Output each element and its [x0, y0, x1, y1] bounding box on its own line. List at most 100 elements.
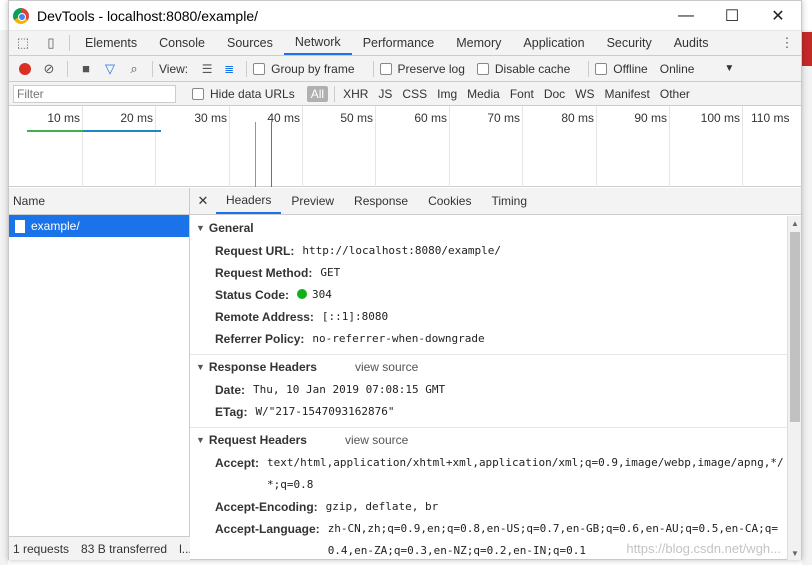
group-by-frame-checkbox[interactable]: Group by frame — [253, 62, 355, 76]
header-row: ETag: W/"217-1547093162876" — [215, 405, 395, 419]
header-row: Status Code: 304 — [215, 288, 332, 302]
view-label: View: — [159, 61, 189, 76]
tick-label: 20 ms — [120, 111, 153, 125]
tick-label: 70 ms — [487, 111, 520, 125]
tab-timing[interactable]: Timing — [481, 188, 537, 214]
filter-type-all[interactable]: All — [306, 85, 329, 102]
tab-security[interactable]: Security — [596, 31, 663, 55]
filter-type-img[interactable]: Img — [433, 86, 461, 102]
waterfall-view-button[interactable]: ≣ — [218, 62, 240, 76]
clear-button[interactable]: ⊘ — [37, 58, 61, 80]
view-source-link[interactable]: view source — [355, 360, 418, 374]
title-bar: DevTools - localhost:8080/example/ — ☐ ✕ — [9, 1, 801, 31]
tick-label: 90 ms — [634, 111, 667, 125]
device-toolbar-icon[interactable]: ▯ — [37, 31, 65, 55]
disable-cache-checkbox[interactable]: Disable cache — [476, 62, 570, 76]
devtools-window: DevTools - localhost:8080/example/ — ☐ ✕… — [8, 0, 802, 560]
inspect-element-icon[interactable]: ⬚ — [9, 31, 37, 55]
response-headers-toggle[interactable]: ▼ Response Headers view source — [190, 355, 787, 379]
scroll-down-icon[interactable]: ▼ — [788, 546, 802, 560]
tab-headers[interactable]: Headers — [216, 188, 282, 214]
clear-icon: ⊘ — [43, 60, 55, 76]
close-details-icon[interactable]: ✕ — [190, 188, 216, 214]
tick-label: 40 ms — [267, 111, 300, 125]
search-button[interactable]: ⌕ — [122, 58, 146, 80]
headers-view: ▼ General Request URL: http://localhost:80… — [190, 216, 787, 560]
tab-response[interactable]: Response — [344, 188, 418, 214]
search-icon: ⌕ — [130, 60, 138, 76]
record-button[interactable] — [13, 58, 37, 80]
header-row: Date: Thu, 10 Jan 2019 07:08:15 GMT — [215, 383, 446, 397]
scroll-thumb[interactable] — [790, 232, 800, 422]
timing-bar-waiting — [27, 130, 83, 132]
list-icon: ☰ — [201, 61, 213, 76]
more-options-icon[interactable]: ⋮ — [773, 31, 801, 55]
filter-type-js[interactable]: JS — [374, 86, 396, 102]
details-scrollbar[interactable]: ▲ ▼ — [787, 216, 801, 560]
tick-label: 100 ms — [700, 111, 740, 125]
hide-data-urls-checkbox[interactable]: Hide data URLs — [192, 87, 295, 101]
close-button[interactable]: ✕ — [755, 1, 801, 31]
tab-performance[interactable]: Performance — [352, 31, 446, 55]
request-count: 1 requests — [13, 541, 70, 556]
tick-label: 30 ms — [194, 111, 227, 125]
filter-type-xhr[interactable]: XHR — [339, 86, 372, 102]
tab-audits[interactable]: Audits — [663, 31, 720, 55]
record-icon — [19, 62, 31, 75]
filter-type-doc[interactable]: Doc — [540, 86, 569, 102]
network-main: Name example/ 1 requests 83 B transferre… — [9, 188, 801, 560]
filter-type-manifest[interactable]: Manifest — [601, 86, 654, 102]
window-title: DevTools - localhost:8080/example/ — [37, 7, 259, 24]
timing-bar-download — [83, 130, 161, 132]
request-headers-toggle[interactable]: ▼ Request Headers view source — [190, 428, 787, 452]
header-row: Request Method: GET — [215, 266, 341, 280]
view-source-link[interactable]: view source — [345, 433, 408, 447]
transferred-size: 83 B transferred — [81, 541, 168, 556]
general-section-toggle[interactable]: ▼ General — [190, 216, 787, 240]
filter-type-css[interactable]: CSS — [398, 86, 431, 102]
tick-label: 110 ms — [751, 111, 790, 125]
background-right-strip — [802, 30, 812, 565]
filter-bar: Hide data URLs All XHR JS CSS Img Media … — [9, 82, 801, 106]
name-column-header[interactable]: Name — [9, 188, 189, 215]
status-ok-icon — [297, 289, 308, 299]
filter-type-ws[interactable]: WS — [571, 86, 598, 102]
capture-screenshots-button[interactable]: ■ — [74, 58, 98, 80]
background-left-strip — [0, 30, 8, 565]
document-icon — [15, 219, 25, 233]
preserve-log-checkbox[interactable]: Preserve log — [379, 62, 465, 76]
tab-console[interactable]: Console — [148, 31, 216, 55]
tab-network[interactable]: Network — [283, 31, 352, 55]
tab-preview[interactable]: Preview — [281, 188, 344, 214]
filter-toggle-button[interactable]: ▽ — [98, 58, 122, 80]
tab-elements[interactable]: Elements — [74, 31, 148, 55]
timeline-overview[interactable]: 10 ms 20 ms 30 ms 40 ms 50 ms 60 ms 70 m… — [9, 106, 801, 187]
tab-sources[interactable]: Sources — [216, 31, 284, 55]
filter-icon: ▽ — [105, 60, 115, 76]
filter-input[interactable] — [13, 84, 176, 103]
minimize-button[interactable]: — — [663, 1, 709, 31]
filter-type-media[interactable]: Media — [463, 86, 504, 102]
tab-cookies[interactable]: Cookies — [418, 188, 481, 214]
tab-memory[interactable]: Memory — [445, 31, 512, 55]
tab-application[interactable]: Application — [512, 31, 595, 55]
response-headers-section: ▼ Response Headers view source Date: Thu, 1… — [190, 355, 787, 428]
background-red-block — [802, 32, 812, 66]
chrome-icon — [13, 7, 29, 24]
request-list: Name example/ 1 requests 83 B transferre… — [9, 188, 190, 560]
throttling-select[interactable]: Online — [660, 62, 695, 76]
request-row[interactable]: example/ — [9, 215, 189, 237]
offline-checkbox[interactable]: Offline — [595, 62, 648, 76]
triangle-down-icon: ▼ — [196, 362, 205, 372]
domcontentloaded-marker — [271, 122, 272, 187]
filter-type-other[interactable]: Other — [656, 86, 694, 102]
summary-more: l... — [179, 541, 190, 556]
filter-type-font[interactable]: Font — [506, 86, 538, 102]
maximize-button[interactable]: ☐ — [709, 1, 755, 31]
chevron-down-icon[interactable]: ▼ — [724, 63, 734, 74]
large-rows-button[interactable]: ☰ — [196, 62, 218, 76]
watermark: https://blog.csdn.net/wgh... — [626, 541, 781, 556]
details-tabs: ✕ Headers Preview Response Cookies Timin… — [190, 188, 801, 215]
scroll-up-icon[interactable]: ▲ — [788, 216, 802, 230]
header-row: Remote Address: [::1]:8080 — [215, 310, 389, 324]
